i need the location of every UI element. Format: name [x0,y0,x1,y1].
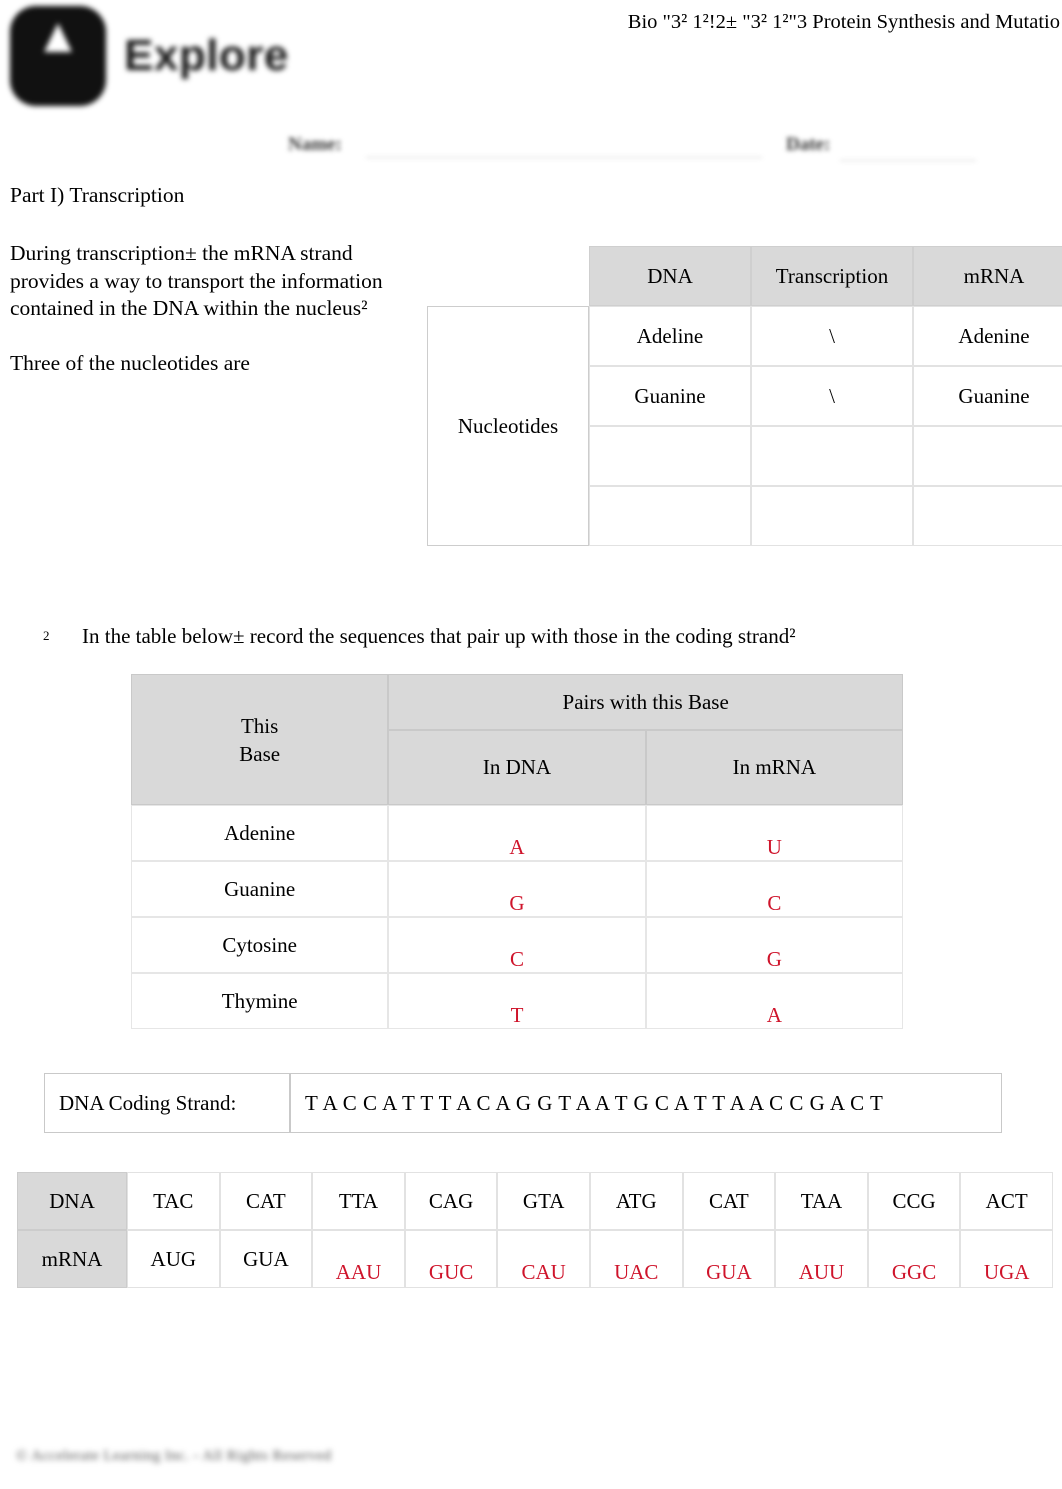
mrna-codon-7[interactable]: GUA [682,1230,776,1288]
answer-in-dna-adenine[interactable]: A [388,805,646,861]
flame-logo-icon [10,6,106,106]
mrna-codon-10[interactable]: UGA [960,1230,1053,1288]
instruction-text: In the table below± record the sequences… [82,624,796,648]
corner-blank-cell [427,246,589,306]
date-input-line[interactable] [840,160,976,161]
table-row: Cytosine C G [131,917,903,973]
cell-dna-1[interactable]: Adeline [589,306,751,366]
name-date-row: Name: Date: [0,128,1062,170]
page-header: Explore Bio "3² 1²!2± "3² 1²"3 Protein S… [0,0,1062,120]
column-header-pairs-with-this-base: Pairs with this Base [388,674,903,730]
column-header-this-base: This Base [131,674,389,805]
dna-codon-1: TAC [127,1172,220,1230]
dna-codon-2: CAT [219,1172,313,1230]
base-name-guanine: Guanine [131,861,389,917]
cell-dna-4[interactable] [589,486,751,546]
dna-codon-4: CAG [404,1172,498,1230]
column-header-in-dna: In DNA [388,730,646,805]
table-row-mrna: mRNA AUG GUA AAU GUC CAU UAC GUA AUU GGC… [17,1230,1053,1288]
codon-translation-table: DNA TAC CAT TTA CAG GTA ATG CAT TAA CCG … [17,1172,1053,1288]
column-header-in-mrna: In mRNA [645,730,903,805]
document-title: Bio "3² 1²!2± "3² 1²"3 Protein Synthesis… [627,11,1060,33]
cell-transcription-1[interactable]: \ [751,306,913,366]
table-header-row-1: This Base Pairs with this Base [131,674,903,805]
mrna-codon-6[interactable]: UAC [589,1230,683,1288]
list-marker-number: 2 [43,628,50,643]
base-name-cytosine: Cytosine [131,917,389,973]
mrna-codon-3[interactable]: AAU [312,1230,405,1288]
answer-in-dna-cytosine[interactable]: C [388,917,646,973]
dna-codon-10: ACT [960,1172,1053,1230]
brand-wordmark: Explore [124,31,289,80]
table-row: Thymine T A [131,973,903,1029]
row-label-dna: DNA [17,1172,127,1230]
paragraph-transcription: During transcription± the mRNA strand pr… [10,241,383,320]
cell-transcription-3[interactable] [751,426,913,486]
table-row: Adenine A U [131,805,903,861]
cell-transcription-2[interactable]: \ [751,366,913,426]
answer-in-dna-guanine[interactable]: G [388,861,646,917]
this-base-line2: Base [239,741,281,766]
answer-in-mrna-adenine[interactable]: U [645,805,903,861]
answer-in-mrna-guanine[interactable]: C [645,861,903,917]
nucleotides-table: DNA Transcription mRNA Nucleotides Adeli… [427,246,1062,546]
intro-paragraphs: During transcription± the mRNA strand pr… [10,240,410,378]
worksheet-page: Explore Bio "3² 1²!2± "3² 1²"3 Protein S… [0,0,1062,1489]
name-label: Name: [288,134,342,155]
cell-mrna-1[interactable]: Adenine [913,306,1062,366]
base-name-thymine: Thymine [131,973,389,1029]
dna-codon-5: GTA [497,1172,590,1230]
part-title: Part I) Transcription [10,183,185,207]
list-marker: 2 [10,622,82,655]
dna-codon-6: ATG [589,1172,683,1230]
row-label-nucleotides: Nucleotides [427,306,589,546]
table-row: DNA Coding Strand: T A C C A T T T A C A… [44,1073,1002,1133]
dna-coding-strand-box: DNA Coding Strand: T A C C A T T T A C A… [44,1073,1002,1133]
dna-codon-3: TTA [312,1172,405,1230]
date-label: Date: [786,134,831,155]
cell-dna-2[interactable]: Guanine [589,366,751,426]
dna-codon-8: TAA [775,1172,868,1230]
this-base-line1: This [240,713,279,738]
mrna-codon-4[interactable]: GUC [404,1230,498,1288]
cell-transcription-4[interactable] [751,486,913,546]
row-label-mrna: mRNA [17,1230,127,1288]
numbered-instruction: 2 In the table below± record the sequence… [10,622,1010,655]
dna-codon-9: CCG [867,1172,961,1230]
brand-logo: Explore [10,6,289,106]
coding-strand-label: DNA Coding Strand: [44,1073,290,1133]
table-header-row: DNA Transcription mRNA [427,246,1062,306]
cell-mrna-4[interactable] [913,486,1062,546]
mrna-codon-9[interactable]: GGC [867,1230,961,1288]
dna-codon-7: CAT [682,1172,776,1230]
mrna-codon-8[interactable]: AUU [775,1230,868,1288]
mrna-codon-5[interactable]: CAU [497,1230,590,1288]
base-pairing-table: This Base Pairs with this Base In DNA In… [131,674,903,1029]
answer-in-dna-thymine[interactable]: T [388,973,646,1029]
answer-in-mrna-cytosine[interactable]: G [645,917,903,973]
column-header-mrna: mRNA [913,246,1062,306]
table-row: Guanine G C [131,861,903,917]
paragraph-nucleotides: Three of the nucleotides are [10,351,250,375]
cell-mrna-3[interactable] [913,426,1062,486]
table-row-dna: DNA TAC CAT TTA CAG GTA ATG CAT TAA CCG … [17,1172,1053,1230]
mrna-codon-2: GUA [219,1230,313,1288]
name-input-line[interactable] [366,157,762,158]
base-name-adenine: Adenine [131,805,389,861]
column-header-transcription: Transcription [751,246,913,306]
coding-strand-sequence[interactable]: T A C C A T T T A C A G G T A A T G C A … [290,1073,1002,1133]
cell-mrna-2[interactable]: Guanine [913,366,1062,426]
mrna-codon-1: AUG [127,1230,220,1288]
answer-in-mrna-thymine[interactable]: A [645,973,903,1029]
column-header-dna: DNA [589,246,751,306]
footer-copyright: © Accelerate Learning Inc. - All Rights … [16,1448,332,1464]
table-row: Nucleotides Adeline \ Adenine [427,306,1062,546]
cell-dna-3[interactable] [589,426,751,486]
